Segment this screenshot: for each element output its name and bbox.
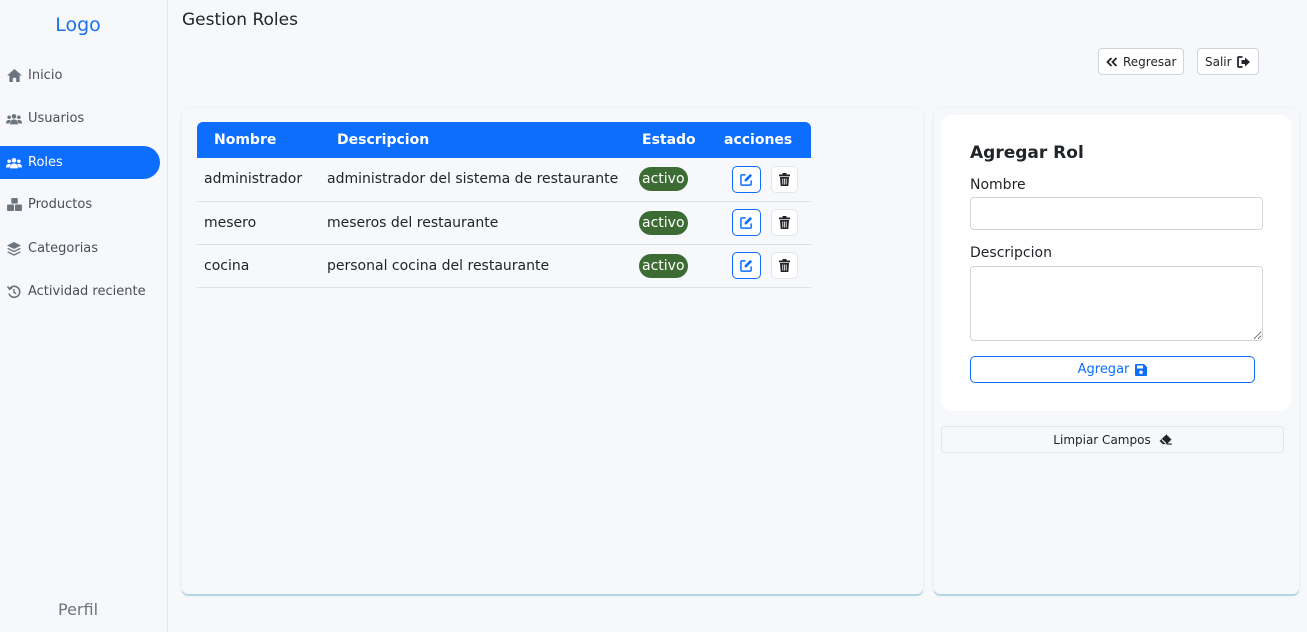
column-header-acciones: acciones: [724, 132, 793, 148]
profile-link[interactable]: Perfil: [0, 600, 156, 619]
delete-button[interactable]: [771, 165, 799, 193]
users-icon: [6, 155, 22, 171]
status-badge: activo: [639, 210, 688, 235]
sidebar-item-productos[interactable]: Productos: [0, 188, 160, 221]
logout-button-label: Salir: [1205, 54, 1232, 69]
sidebar-item-label: Productos: [28, 197, 93, 212]
status-badge: activo: [639, 167, 688, 192]
users-icon: [6, 111, 22, 127]
sidebar-item-roles[interactable]: Roles: [0, 146, 160, 179]
home-icon: [6, 68, 22, 84]
column-header-nombre: Nombre: [214, 132, 277, 148]
cell-nombre: administrador: [197, 158, 320, 202]
name-label: Nombre: [970, 177, 1026, 193]
delete-button[interactable]: [771, 209, 799, 236]
column-header-descripcion: Descripcion: [337, 132, 430, 148]
eraser-icon: [1159, 434, 1172, 445]
add-button-label: Agregar: [1077, 362, 1130, 377]
roles-table: Nombre Descripcion Estado acciones admin…: [197, 122, 811, 288]
cell-nombre: mesero: [197, 201, 320, 245]
sidebar-item-label: Categorias: [28, 241, 99, 256]
back-button-label: Regresar: [1123, 54, 1177, 69]
sign-out-icon: [1236, 55, 1250, 68]
layers-icon: [6, 241, 22, 257]
delete-button[interactable]: [771, 252, 799, 279]
cell-estado: activo: [632, 201, 709, 245]
form-title: Agregar Rol: [970, 143, 1084, 163]
sidebar-item-label: Roles: [28, 155, 63, 170]
cell-acciones: [709, 158, 811, 202]
edit-icon: [740, 216, 753, 229]
cell-descripcion: administrador del sistema de restaurante: [320, 158, 632, 202]
sidebar-item-usuarios[interactable]: Usuarios: [0, 102, 160, 135]
edit-icon: [740, 173, 753, 186]
name-field[interactable]: [970, 197, 1263, 230]
sidebar-item-actividad-reciente[interactable]: Actividad reciente: [0, 275, 160, 308]
cell-estado: activo: [632, 158, 709, 202]
sidebar-item-label: Usuarios: [28, 111, 85, 126]
sidebar-item-categorias[interactable]: Categorias: [0, 232, 160, 265]
boxes-icon: [6, 197, 22, 213]
clear-fields-label: Limpiar Campos: [1053, 432, 1151, 447]
sidebar-item-inicio[interactable]: Inicio: [0, 59, 160, 92]
trash-icon: [779, 259, 791, 272]
sidebar-item-label: Inicio: [28, 68, 63, 83]
trash-icon: [779, 216, 791, 229]
history-icon: [6, 284, 22, 300]
add-role-card: Agregar Rol Nombre Descripcion Agregar: [941, 115, 1291, 411]
save-icon: [1135, 363, 1148, 376]
add-button[interactable]: Agregar: [970, 356, 1255, 383]
description-label: Descripcion: [970, 245, 1052, 261]
table-row: mesero meseros del restaurante activo: [197, 201, 811, 245]
status-badge: activo: [639, 253, 688, 278]
cell-descripcion: meseros del restaurante: [320, 201, 632, 245]
cell-nombre: cocina: [197, 244, 320, 288]
clear-fields-button[interactable]: Limpiar Campos: [941, 426, 1284, 453]
sidebar: Logo Inicio Usuarios Roles Productos Cat…: [0, 0, 168, 632]
table-row: cocina personal cocina del restaurante a…: [197, 244, 811, 288]
logout-button[interactable]: Salir: [1197, 48, 1259, 75]
description-field[interactable]: [970, 266, 1263, 341]
table-row: administrador administrador del sistema …: [197, 158, 811, 202]
back-button[interactable]: Regresar: [1098, 48, 1185, 75]
double-chevron-left-icon: [1106, 56, 1118, 67]
column-header-estado: Estado: [642, 132, 696, 148]
edit-icon: [740, 259, 753, 272]
edit-button[interactable]: [732, 252, 761, 279]
role-form-panel: Agregar Rol Nombre Descripcion Agregar L…: [934, 108, 1299, 594]
logo[interactable]: Logo: [0, 14, 156, 36]
trash-icon: [779, 172, 791, 186]
sidebar-item-label: Actividad reciente: [28, 284, 146, 299]
cell-acciones: [709, 244, 811, 288]
page-title: Gestion Roles: [182, 10, 298, 30]
roles-table-panel: Nombre Descripcion Estado acciones admin…: [182, 108, 923, 594]
edit-button[interactable]: [732, 165, 761, 193]
edit-button[interactable]: [732, 209, 761, 236]
table-header-row: Nombre Descripcion Estado acciones: [197, 122, 811, 158]
cell-descripcion: personal cocina del restaurante: [320, 244, 632, 288]
cell-estado: activo: [632, 244, 709, 288]
cell-acciones: [709, 201, 811, 245]
